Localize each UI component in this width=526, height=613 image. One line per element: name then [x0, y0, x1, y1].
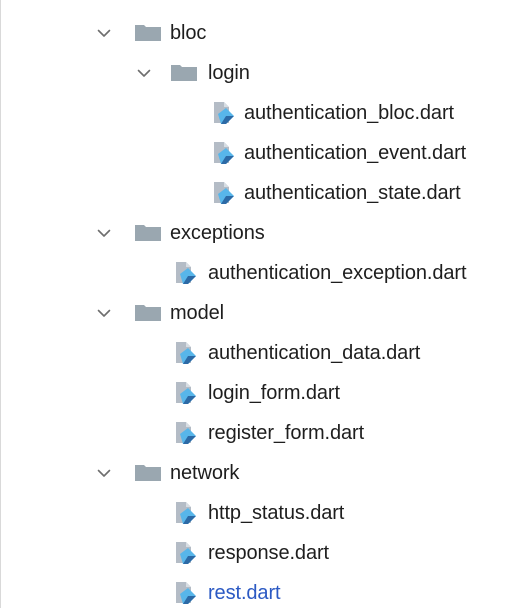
tree-file-row[interactable]: authentication_exception.dart: [0, 253, 526, 293]
tree-folder-row[interactable]: model: [0, 293, 526, 333]
tree-file-row[interactable]: http_status.dart: [0, 493, 526, 533]
folder-icon: [134, 304, 162, 322]
tree-file-row[interactable]: register_form.dart: [0, 413, 526, 453]
tree-file-row[interactable]: authentication_data.dart: [0, 333, 526, 373]
folder-icon: [170, 64, 198, 82]
dart-file-icon: [172, 580, 198, 606]
dart-file-icon: [172, 500, 198, 526]
file-name-label: register_form.dart: [208, 422, 365, 444]
tree-file-row[interactable]: authentication_bloc.dart: [0, 93, 526, 133]
dart-file-icon: [210, 140, 236, 166]
dart-file-icon: [172, 540, 198, 566]
chevron-down-icon[interactable]: [136, 65, 152, 81]
tree-folder-row[interactable]: exceptions: [0, 213, 526, 253]
tree-folder-row[interactable]: login: [0, 53, 526, 93]
file-name-label: authentication_bloc.dart: [244, 102, 454, 124]
dart-file-icon: [172, 260, 198, 286]
chevron-down-icon[interactable]: [96, 25, 112, 41]
dart-file-icon: [172, 420, 198, 446]
dart-file-icon: [172, 340, 198, 366]
chevron-down-icon[interactable]: [96, 465, 112, 481]
dart-file-icon: [210, 180, 236, 206]
folder-name-label: network: [170, 462, 240, 484]
file-name-label: authentication_state.dart: [244, 182, 461, 204]
folder-name-label: login: [208, 62, 250, 84]
dart-file-icon: [210, 100, 236, 126]
chevron-down-icon[interactable]: [96, 225, 112, 241]
file-name-label: authentication_event.dart: [244, 142, 467, 164]
chevron-down-icon[interactable]: [96, 305, 112, 321]
folder-name-label: model: [170, 302, 224, 324]
tree-folder-row[interactable]: bloc: [0, 13, 526, 53]
file-name-label: authentication_data.dart: [208, 342, 421, 364]
file-name-label: authentication_exception.dart: [208, 262, 467, 284]
tree-file-row[interactable]: rest.dart: [0, 573, 526, 613]
tree-folder-row[interactable]: network: [0, 453, 526, 493]
tree-file-row[interactable]: login_form.dart: [0, 373, 526, 413]
folder-icon: [134, 24, 162, 42]
folder-name-label: exceptions: [170, 222, 265, 244]
folder-icon: [134, 464, 162, 482]
tree-file-row[interactable]: authentication_state.dart: [0, 173, 526, 213]
tree-file-row[interactable]: response.dart: [0, 533, 526, 573]
folder-icon: [134, 224, 162, 242]
file-name-label: rest.dart: [208, 582, 281, 604]
project-file-tree: bloc login authentication_bloc.dartauthent…: [0, 13, 526, 613]
tree-file-row[interactable]: authentication_event.dart: [0, 133, 526, 173]
file-name-label: login_form.dart: [208, 382, 340, 404]
file-name-label: response.dart: [208, 542, 329, 564]
dart-file-icon: [172, 380, 198, 406]
folder-name-label: bloc: [170, 22, 207, 44]
file-name-label: http_status.dart: [208, 502, 345, 524]
